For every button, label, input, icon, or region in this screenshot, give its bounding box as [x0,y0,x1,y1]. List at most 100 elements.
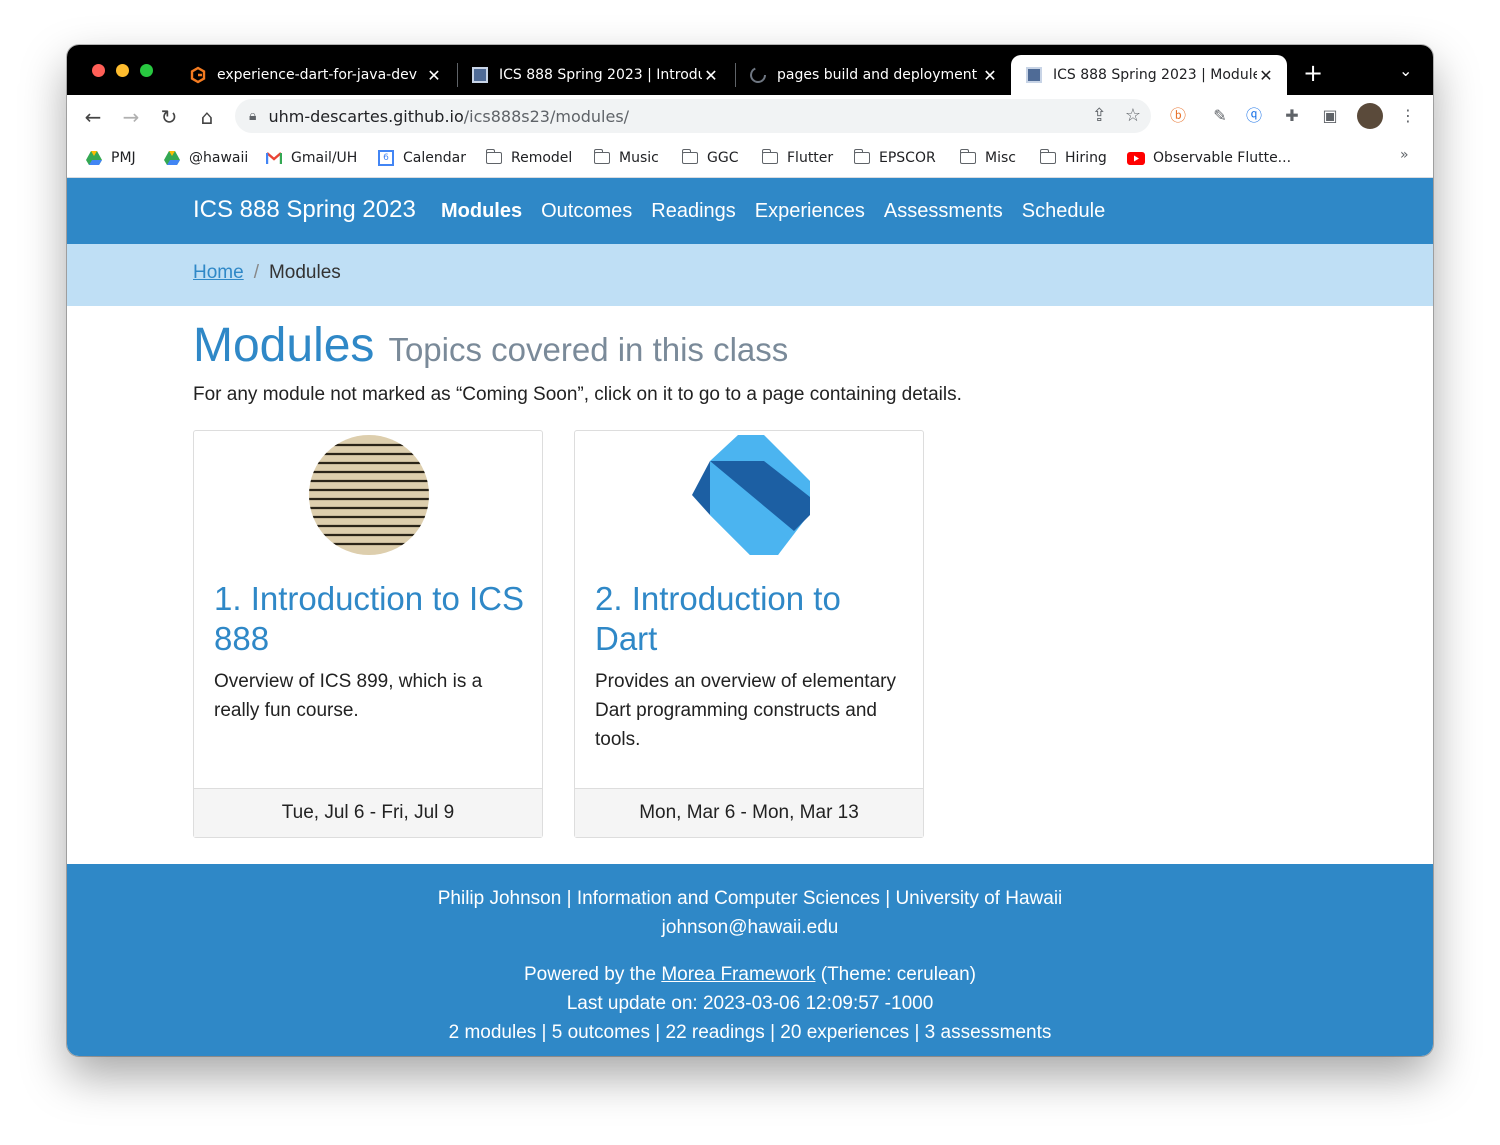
footer-email: johnson@hawaii.edu [661,917,839,938]
extension-q-icon[interactable]: ⓠ [1243,105,1265,127]
page-lead: For any module not marked as “Coming Soo… [193,384,962,405]
page-icon [471,66,489,84]
count-assessments: 3 assessments [924,1022,1052,1043]
bookmarks-bar: PMJ @hawaii Gmail/UH 6 Calendar Remodel … [67,139,1433,178]
github-icon [749,66,767,84]
menu-icon[interactable]: ⋮ [1397,105,1419,127]
zoom-window-button[interactable] [140,64,153,77]
bookmark-folder-remodel[interactable]: Remodel [485,147,572,169]
footer-counts: 2 modules | 5 outcomes | 22 readings | 2… [448,1022,1052,1043]
count-modules: 2 modules [448,1022,537,1043]
breadcrumb-home-link[interactable]: Home [193,262,244,284]
home-button[interactable]: ⌂ [193,103,221,131]
bookmark-observable-flutter[interactable]: Observable Flutte... [1127,147,1291,169]
count-experiences: 20 experiences [780,1022,910,1043]
bookmark-pmj[interactable]: PMJ [85,147,136,169]
module-title[interactable]: 2. Introduction to Dart [595,579,905,659]
nav-schedule[interactable]: Schedule [1022,200,1105,223]
sidebar-icon[interactable]: ▣ [1319,105,1341,127]
browser-window: experience-dart-for-java-dev ✕ ICS 888 S… [67,45,1433,1056]
module-dates: Mon, Mar 6 - Mon, Mar 13 [575,788,923,837]
count-outcomes: 5 outcomes [551,1022,650,1043]
tab-ics888-intro[interactable]: ICS 888 Spring 2023 | Introdu ✕ [457,55,732,95]
footer-credits: Philip Johnson | Information and Compute… [437,888,1063,909]
footer-powered-by: Powered by the Morea Framework (Theme: c… [524,964,976,985]
site-navbar: ICS 888 Spring 2023 Modules Outcomes Rea… [67,178,1433,244]
calendar-icon: 6 [377,150,395,166]
bookmark-folder-music[interactable]: Music [593,147,659,169]
tab-pages-build[interactable]: pages build and deployment · ✕ [735,55,1011,95]
footer-last-update: Last update on: 2023-03-06 12:09:57 -100… [566,993,934,1014]
tab-experience-dart[interactable]: experience-dart-for-java-dev ✕ [175,55,455,95]
reload-button[interactable]: ↻ [155,103,183,131]
site-nav: Modules Outcomes Readings Experiences As… [441,200,1105,223]
bookmarks-overflow-button[interactable]: » [1400,147,1409,163]
folder-icon [1039,149,1057,166]
drive-icon [85,150,103,166]
back-button[interactable]: ← [79,103,107,131]
page-title: Modules [193,319,375,372]
bookmark-star-icon[interactable]: ☆ [1125,105,1141,126]
module-description: Overview of ICS 899, which is a really f… [214,671,483,721]
gitbook-icon [189,66,207,84]
extension-b-icon[interactable]: ⓑ [1167,105,1189,127]
breadcrumb: Home / Modules [67,244,1433,306]
tab-title: ICS 888 Spring 2023 | Introdu [499,67,702,83]
bookmark-folder-epscor[interactable]: EPSCOR [853,147,936,169]
nav-modules[interactable]: Modules [441,200,522,223]
lock-icon: 🔒︎ [249,108,257,124]
web-page: ICS 888 Spring 2023 Modules Outcomes Rea… [67,178,1433,1056]
folder-icon [959,149,977,166]
tab-title: experience-dart-for-java-dev [217,67,417,83]
bookmark-hawaii[interactable]: @hawaii [163,147,248,169]
module-card-intro-ics888[interactable]: 1. Introduction to ICS 888 Overview of I… [193,430,543,838]
page-heading: Modules Topics covered in this class [193,318,788,373]
nav-readings[interactable]: Readings [651,200,736,223]
close-window-button[interactable] [92,64,105,77]
module-title[interactable]: 1. Introduction to ICS 888 [214,579,524,659]
nav-outcomes[interactable]: Outcomes [541,200,632,223]
folder-icon [761,149,779,166]
nav-experiences[interactable]: Experiences [755,200,865,223]
share-icon[interactable]: ⇪ [1092,105,1107,126]
tab-ics888-modules[interactable]: ICS 888 Spring 2023 | Module ✕ [1011,55,1287,95]
tab-title: pages build and deployment · [777,67,981,83]
footer-author: Philip Johnson [437,888,562,909]
eyedropper-icon[interactable]: ✎ [1209,105,1231,127]
avatar[interactable] [1357,103,1383,129]
minimize-window-button[interactable] [116,64,129,77]
footer-department: Information and Computer Sciences [576,888,880,909]
page-icon [1025,66,1043,84]
bookmark-folder-flutter[interactable]: Flutter [761,147,833,169]
module-description: Provides an overview of elementary Dart … [595,671,896,750]
bookmark-calendar[interactable]: 6 Calendar [377,147,466,169]
breadcrumb-current: Modules [268,262,341,283]
site-footer: Philip Johnson | Information and Compute… [67,864,1433,1056]
address-bar[interactable]: 🔒︎ uhm-descartes.github.io/ics888s23/mod… [235,99,1151,133]
footer-university: University of Hawaii [895,888,1063,909]
site-brand[interactable]: ICS 888 Spring 2023 [193,196,416,224]
bookmark-folder-misc[interactable]: Misc [959,147,1016,169]
close-tab-icon[interactable]: ✕ [1257,66,1275,85]
module-dates: Tue, Jul 6 - Fri, Jul 9 [194,788,542,837]
close-tab-icon[interactable]: ✕ [425,66,443,85]
puzzle-icon[interactable]: ✚ [1281,105,1303,127]
nav-assessments[interactable]: Assessments [884,200,1003,223]
morea-framework-link[interactable]: Morea Framework [661,964,815,985]
close-tab-icon[interactable]: ✕ [981,66,999,85]
chevron-down-icon[interactable]: ⌄ [1399,61,1412,80]
youtube-icon [1127,150,1145,166]
new-tab-button[interactable]: + [1303,59,1323,87]
drive-icon [163,150,181,166]
close-tab-icon[interactable]: ✕ [702,66,720,85]
bookmark-folder-hiring[interactable]: Hiring [1039,147,1107,169]
forward-button[interactable]: → [117,103,145,131]
browser-toolbar: ← → ↻ ⌂ 🔒︎ uhm-descartes.github.io/ics88… [67,95,1433,139]
folder-icon [593,149,611,166]
bookmark-gmail[interactable]: Gmail/UH [265,147,357,169]
bookmark-folder-ggc[interactable]: GGC [681,147,738,169]
module-card-intro-dart[interactable]: 2. Introduction to Dart Provides an over… [574,430,924,838]
breadcrumb-separator: / [253,262,259,283]
page-subtitle: Topics covered in this class [388,331,789,368]
folder-icon [485,149,503,166]
